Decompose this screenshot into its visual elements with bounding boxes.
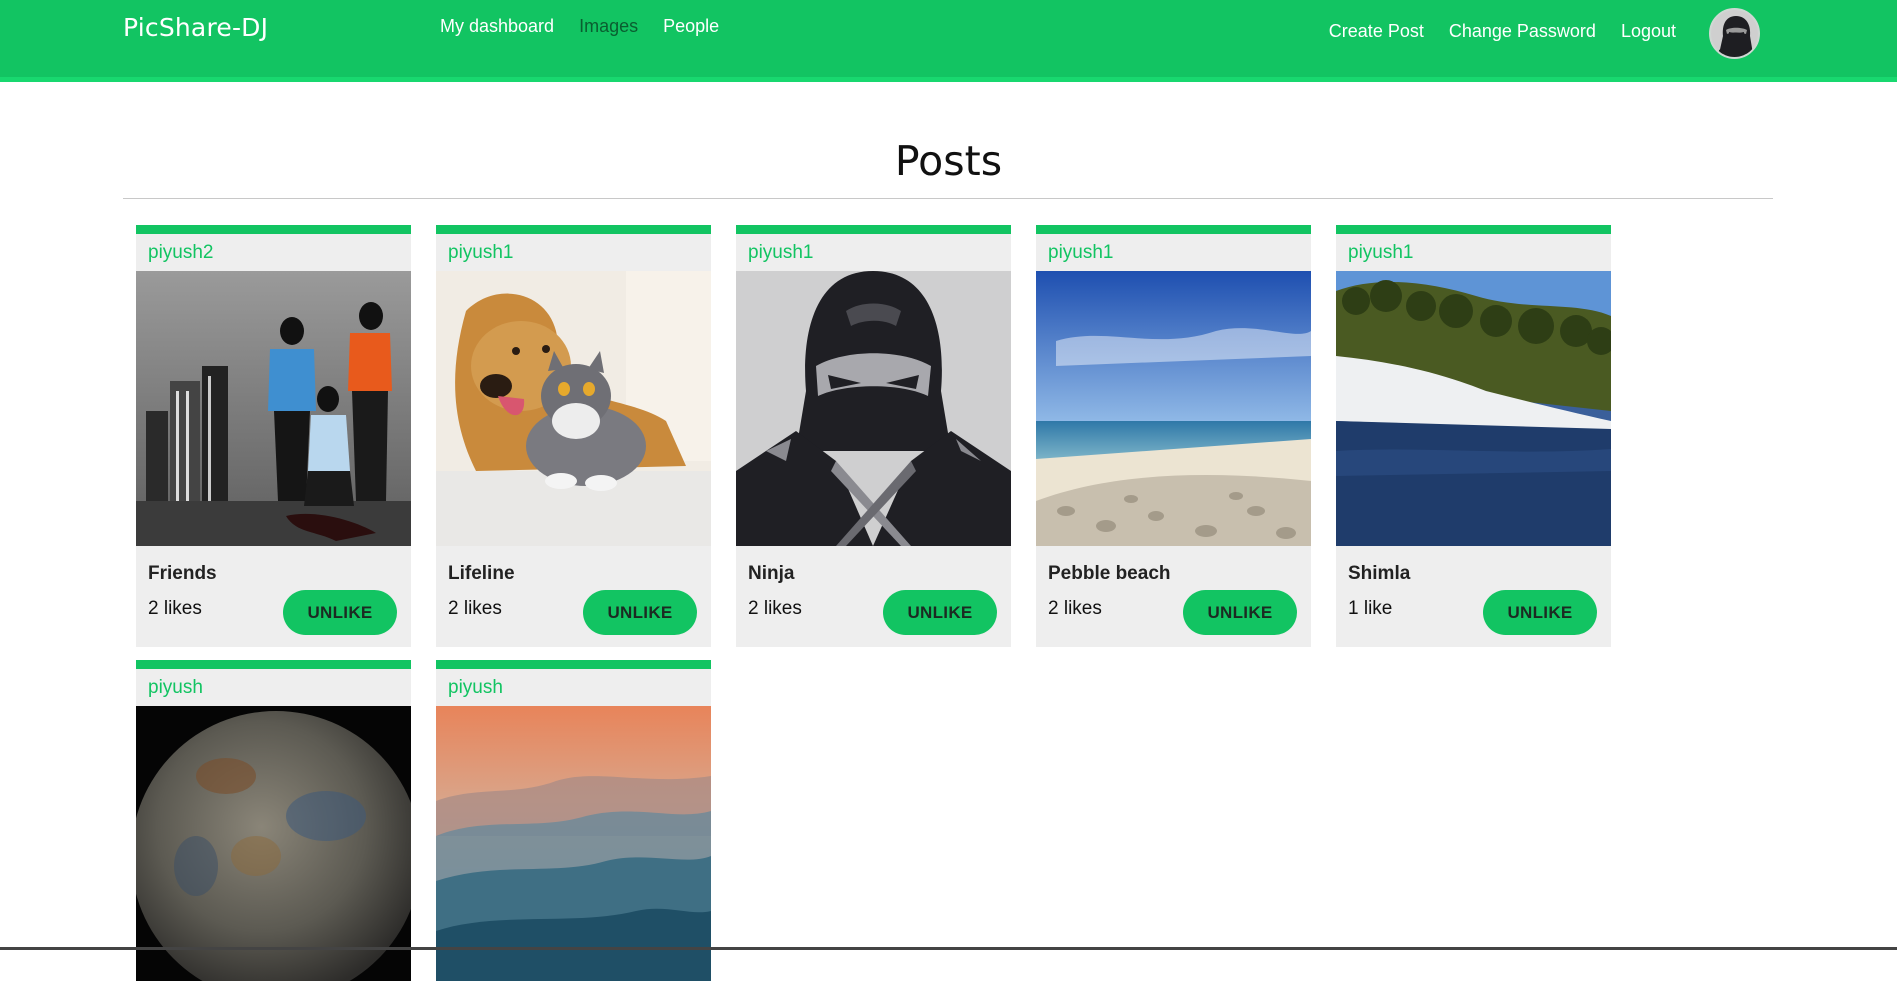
post-footer: Shimla 1 like UNLIKE	[1336, 546, 1611, 647]
snowy-lake-image[interactable]	[1336, 271, 1611, 546]
dog-and-cat-image[interactable]	[436, 271, 711, 546]
post-author-link[interactable]: piyush1	[436, 234, 711, 271]
likes-count: 1 like	[1348, 598, 1393, 619]
nav-logout[interactable]: Logout	[1621, 21, 1676, 42]
nav-images[interactable]: Images	[579, 16, 638, 37]
navbar: PicShare-DJ My dashboard Images People C…	[0, 0, 1897, 82]
nav-change-password[interactable]: Change Password	[1449, 21, 1596, 42]
likes-count: 2 likes	[148, 598, 202, 619]
post-card: piyush1 Shimla 1 like UNLIKE	[1336, 225, 1611, 647]
post-title: Shimla	[1348, 563, 1411, 584]
likes-count: 2 likes	[1048, 598, 1102, 619]
title-divider	[123, 198, 1773, 199]
post-card: piyush1 Ninja 2 likes UNLIKE	[736, 225, 1011, 647]
post-author-link[interactable]: piyush	[136, 669, 411, 706]
post-card: piyush2 Friends 2 likes UNLIKE	[136, 225, 411, 647]
avatar[interactable]	[1709, 8, 1760, 59]
pebble-beach-image[interactable]	[1036, 271, 1311, 546]
nav-my-dashboard[interactable]: My dashboard	[440, 16, 554, 37]
nav-account: Create Post Change Password Logout	[1304, 21, 1676, 42]
nav-create-post[interactable]: Create Post	[1329, 21, 1424, 42]
unlike-button[interactable]: UNLIKE	[1483, 590, 1597, 635]
post-title: Lifeline	[448, 563, 515, 584]
brand-link[interactable]: PicShare-DJ	[123, 13, 268, 42]
nav-people[interactable]: People	[663, 16, 719, 37]
nav-main: My dashboard Images People	[440, 16, 744, 37]
moon-image[interactable]	[136, 706, 411, 981]
post-author-link[interactable]: piyush2	[136, 234, 411, 271]
post-author-link[interactable]: piyush	[436, 669, 711, 706]
post-title: Pebble beach	[1048, 563, 1171, 584]
post-footer: Lifeline 2 likes UNLIKE	[436, 546, 711, 647]
ninja-avatar-icon	[1711, 10, 1758, 57]
misty-mountains-image[interactable]	[436, 706, 711, 981]
page-title: Posts	[894, 137, 1003, 185]
post-card: piyush1 Lifeline 2 likes UNLIKE	[436, 225, 711, 647]
likes-count: 2 likes	[748, 598, 802, 619]
post-footer: Friends 2 likes UNLIKE	[136, 546, 411, 647]
unlike-button[interactable]: UNLIKE	[1183, 590, 1297, 635]
post-title: Ninja	[748, 563, 795, 584]
likes-count: 2 likes	[448, 598, 502, 619]
post-card: piyush1 Pebble beach 2 likes UNLIKE	[1036, 225, 1311, 647]
post-footer: Pebble beach 2 likes UNLIKE	[1036, 546, 1311, 647]
unlike-button[interactable]: UNLIKE	[283, 590, 397, 635]
ninja-logo-image[interactable]	[736, 271, 1011, 546]
post-footer: Ninja 2 likes UNLIKE	[736, 546, 1011, 647]
friends-silhouette-image[interactable]	[136, 271, 411, 546]
post-title: Friends	[148, 563, 217, 584]
unlike-button[interactable]: UNLIKE	[583, 590, 697, 635]
post-card: piyush	[436, 660, 711, 981]
post-author-link[interactable]: piyush1	[1336, 234, 1611, 271]
post-author-link[interactable]: piyush1	[736, 234, 1011, 271]
post-card: piyush	[136, 660, 411, 981]
post-author-link[interactable]: piyush1	[1036, 234, 1311, 271]
unlike-button[interactable]: UNLIKE	[883, 590, 997, 635]
